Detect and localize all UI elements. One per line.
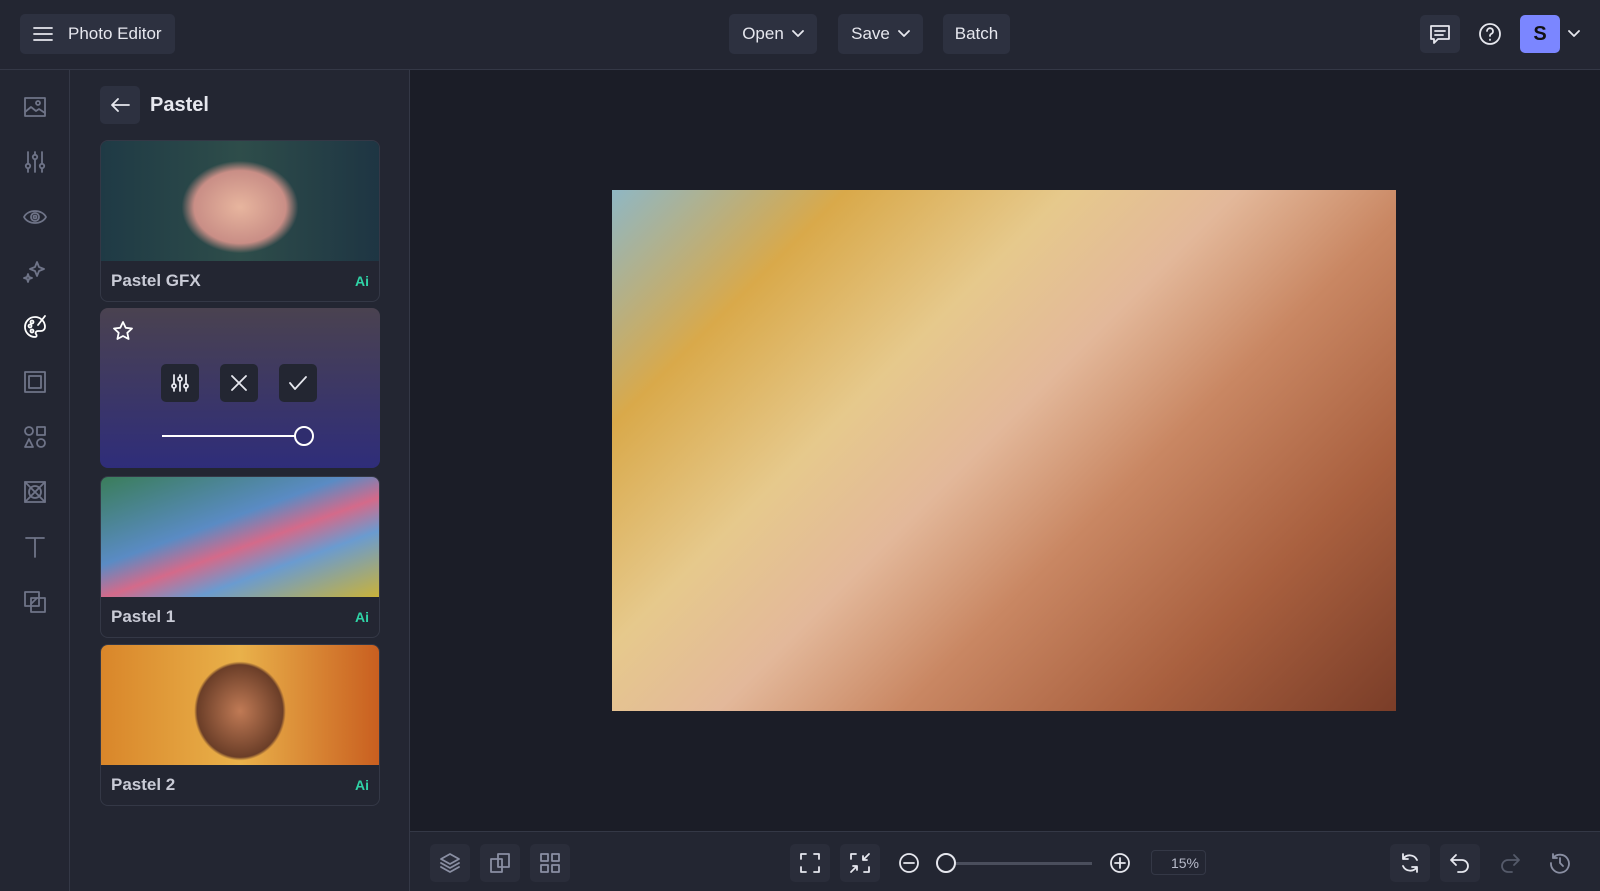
save-label: Save — [851, 24, 890, 43]
save-button[interactable]: Save — [838, 14, 923, 54]
reset-button[interactable] — [1390, 844, 1430, 882]
arrow-left-icon — [111, 98, 130, 112]
overlay-tool-icon[interactable] — [20, 587, 50, 617]
intensity-slider-track[interactable] — [162, 435, 305, 437]
compare-button[interactable] — [480, 844, 520, 882]
zoom-out-icon[interactable] — [898, 852, 920, 874]
shrink-icon — [850, 853, 870, 873]
menu-button[interactable]: Photo Editor — [20, 14, 175, 54]
image-tool-icon[interactable] — [20, 92, 50, 122]
effect-label: Pastel 2 — [111, 775, 176, 794]
effect-settings-button[interactable] — [161, 364, 199, 402]
texture-tool-icon[interactable] — [20, 477, 50, 507]
chevron-down-icon — [791, 30, 804, 37]
shapes-tool-icon[interactable] — [20, 422, 50, 452]
refresh-icon — [1402, 853, 1418, 873]
effect-card-pastel-1[interactable]: Pastel 1 Ai — [100, 476, 380, 638]
actual-size-button[interactable] — [840, 844, 880, 882]
batch-button[interactable]: Batch — [943, 14, 1010, 54]
help-button[interactable] — [1470, 15, 1510, 53]
redo-button[interactable] — [1490, 844, 1530, 882]
zoom-in-icon[interactable] — [1109, 852, 1131, 874]
undo-button[interactable] — [1440, 844, 1480, 882]
layers-icon — [440, 853, 460, 873]
bottom-toolbar: 15% — [410, 831, 1600, 891]
top-bar: Photo Editor Open Save Batch S — [0, 0, 1600, 70]
artsy-palette-icon[interactable] — [20, 312, 50, 342]
panel-title: Pastel — [150, 94, 209, 116]
sliders-icon — [171, 374, 189, 392]
expand-icon — [800, 853, 820, 873]
effect-thumbnail — [101, 645, 379, 765]
back-button[interactable] — [100, 86, 140, 124]
history-icon — [1550, 853, 1570, 874]
batch-label: Batch — [954, 24, 999, 43]
eye-tool-icon[interactable] — [20, 202, 50, 232]
adjust-tool-icon[interactable] — [20, 147, 50, 177]
effect-label: Pastel 1 — [111, 607, 176, 626]
account-chevron-icon[interactable] — [1568, 30, 1580, 38]
open-label: Open — [742, 24, 784, 43]
comments-button[interactable] — [1420, 15, 1460, 53]
grid-icon — [540, 853, 560, 873]
effect-card-pastel-2[interactable]: Pastel 2 Ai — [100, 644, 380, 806]
open-button[interactable]: Open — [729, 14, 817, 54]
effects-tool-icon[interactable] — [20, 257, 50, 287]
history-button[interactable] — [1540, 844, 1580, 882]
frame-tool-icon[interactable] — [20, 367, 50, 397]
effect-card-pastel-gfx[interactable]: Pastel GFX Ai — [100, 140, 380, 302]
effect-label: Pastel GFX — [111, 271, 201, 290]
effect-thumbnail — [101, 477, 379, 597]
comment-icon — [1430, 25, 1450, 44]
apply-effect-button[interactable] — [279, 364, 317, 402]
chevron-down-icon — [897, 30, 910, 37]
text-tool-icon[interactable] — [20, 532, 50, 562]
effect-thumbnail — [101, 141, 379, 261]
close-icon — [231, 375, 247, 391]
grid-button[interactable] — [530, 844, 570, 882]
canvas-image[interactable] — [612, 190, 1396, 711]
ai-badge: Ai — [355, 777, 369, 793]
cancel-effect-button[interactable] — [220, 364, 258, 402]
ai-badge: Ai — [355, 609, 369, 625]
redo-icon — [1501, 854, 1520, 873]
check-icon — [289, 376, 307, 390]
hamburger-icon — [33, 27, 53, 41]
zoom-slider-thumb[interactable] — [936, 853, 956, 873]
zoom-slider-track[interactable] — [940, 862, 1092, 865]
tool-rail — [0, 70, 70, 891]
fit-screen-button[interactable] — [790, 844, 830, 882]
compare-icon — [490, 853, 510, 873]
layers-button[interactable] — [430, 844, 470, 882]
undo-icon — [1450, 854, 1469, 873]
star-icon[interactable] — [112, 320, 134, 342]
user-avatar[interactable]: S — [1520, 15, 1560, 53]
avatar-initial: S — [1533, 22, 1547, 45]
effects-panel: Pastel Pastel GFX Ai Pastel 1 Ai Pastel 2 A… — [70, 70, 410, 891]
effect-card-active — [100, 308, 380, 468]
ai-badge: Ai — [355, 273, 369, 289]
intensity-slider-thumb[interactable] — [294, 426, 314, 446]
zoom-percentage-input[interactable]: 15% — [1151, 850, 1206, 875]
app-title: Photo Editor — [68, 24, 162, 43]
help-icon — [1479, 23, 1501, 45]
